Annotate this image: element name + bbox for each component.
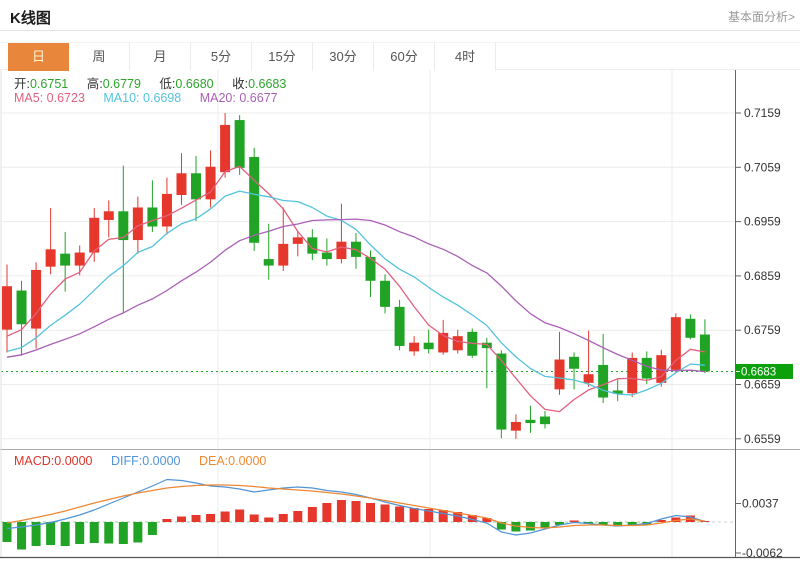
diff-label: DIFF: — [111, 454, 143, 468]
ma10-value: 0.6698 — [143, 91, 182, 105]
macd-label: MACD: — [14, 454, 55, 468]
ma20-value: 0.6677 — [239, 91, 278, 105]
tab-60min[interactable]: 60分 — [374, 43, 435, 71]
macd-value: 0.0000 — [54, 454, 93, 468]
kline-chart[interactable]: 0.7159 0.7059 0.6959 0.6859 0.6759 0.6659 0.65… — [0, 70, 800, 568]
tab-week[interactable]: 周 — [69, 43, 130, 71]
current-price-value: 0.6683 — [741, 366, 776, 378]
timeframe-tabs: 日周月 5分 15分 30分 60分 4时 — [0, 42, 800, 71]
price-tick-label: 0.6859 — [744, 269, 781, 283]
grid-layer — [1, 70, 736, 558]
macd-tick-label: -0.0062 — [742, 546, 783, 560]
low-label: 低: — [159, 77, 176, 91]
diff-value: 0.0000 — [142, 454, 181, 468]
ma10-label: MA10: — [103, 91, 140, 105]
close-label: 收: — [232, 77, 249, 91]
macd-legend: MACD:0.0000 DIFF:0.0000 DEA:0.0000 — [14, 454, 281, 468]
ma20-label: MA20: — [199, 91, 236, 105]
price-tick-label: 0.6959 — [744, 215, 781, 229]
header-divider — [0, 30, 800, 31]
tab-day[interactable]: 日 — [8, 43, 69, 71]
ma-legend: MA5: 0.6723 MA10: 0.6698 MA20: 0.6677 — [14, 91, 293, 105]
tab-15min[interactable]: 15分 — [252, 43, 313, 71]
open-value: 0.6751 — [29, 77, 69, 91]
current-price-badge: 0.6683 — [736, 363, 793, 379]
price-tick-label: 0.7059 — [744, 160, 781, 174]
ma5-value: 0.6723 — [46, 91, 85, 105]
ma5-label: MA5: — [14, 91, 44, 105]
close-value: 0.6683 — [248, 77, 287, 91]
page-title: K线图 — [10, 10, 51, 27]
tab-5min[interactable]: 5分 — [191, 43, 252, 71]
tab-30min[interactable]: 30分 — [313, 43, 374, 71]
price-tick-label: 0.6559 — [744, 432, 781, 446]
tab-month[interactable]: 月 — [130, 43, 191, 71]
high-label: 高: — [86, 77, 103, 91]
macd-tick-label: 0.0037 — [742, 497, 779, 511]
price-tick-label: 0.7159 — [744, 106, 781, 120]
tab-4hour[interactable]: 4时 — [435, 43, 496, 71]
open-label: 开: — [14, 77, 30, 91]
price-tick-label: 0.6659 — [744, 378, 781, 392]
price-axis-labels: 0.7159 0.7059 0.6959 0.6859 0.6759 0.6659 0.65… — [735, 106, 781, 446]
macd-axis-labels: 0.0037 -0.0062 — [735, 497, 783, 560]
dea-label: DEA: — [198, 454, 229, 468]
dea-value: 0.0000 — [228, 454, 267, 468]
high-value: 0.6779 — [102, 77, 141, 91]
ohlc-legend: 开:0.6751 高:0.6779 低:0.6680 收:0.6683 — [14, 73, 301, 92]
low-value: 0.6680 — [175, 77, 214, 91]
fundamental-analysis-link[interactable]: 基本面分析> — [728, 8, 795, 25]
price-tick-label: 0.6759 — [744, 323, 781, 337]
